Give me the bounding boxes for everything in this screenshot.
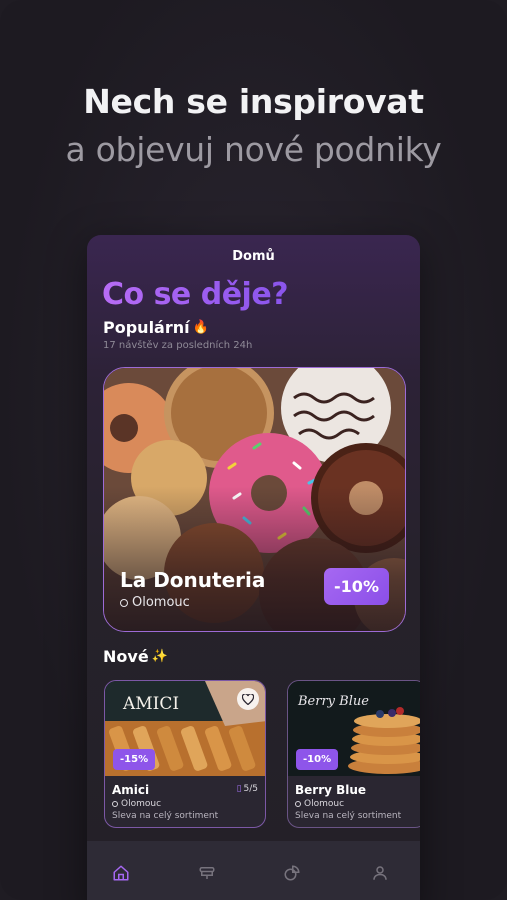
sparkles-icon: ✨ [151, 649, 168, 664]
amici-location-text: Olomouc [121, 799, 162, 809]
promo-subline: a objevuj nové podniky [65, 130, 442, 169]
tab-profile[interactable] [360, 853, 400, 893]
tab-stats[interactable] [272, 853, 312, 893]
berry-blue-location: Olomouc [295, 799, 344, 809]
bottom-tab-bar [87, 841, 420, 900]
new-section-title: Nové ✨ [103, 647, 168, 666]
stamp-icon: ▯ [236, 784, 242, 794]
amici-count-text: 5/5 [243, 784, 258, 794]
featured-venue-card[interactable]: La Donuteria Olomouc -10% [103, 367, 406, 632]
pie-chart-icon [284, 865, 300, 881]
amici-stamp-count: ▯ 5/5 [237, 784, 258, 794]
phone-screen: Domů Co se děje? Populární 🔥 17 návštěv z… [87, 235, 420, 900]
heart-icon [242, 693, 254, 705]
screen-title: Domů [232, 249, 275, 264]
popular-subtitle: 17 návštěv za posledních 24h [103, 340, 253, 351]
amici-logo-text: AMICI [122, 694, 179, 714]
amici-description: Sleva na celý sortiment [112, 811, 219, 821]
featured-venue-name: La Donuteria [120, 568, 266, 592]
tab-home[interactable] [101, 853, 141, 893]
popular-title-text: Populární [103, 318, 190, 337]
tab-venues[interactable] [187, 853, 227, 893]
location-pin-icon [112, 801, 118, 807]
amici-discount-badge: -15% [113, 749, 156, 770]
promo-headline: Nech se inspirovat [83, 82, 424, 121]
venue-card-berry-blue[interactable]: Berry Blue -10% Berry Blue Olomouc Sleva… [287, 680, 420, 828]
amici-name: Amici [112, 783, 150, 797]
location-pin-icon [295, 801, 301, 807]
new-title-text: Nové [103, 647, 149, 666]
venue-card-amici[interactable]: AMICI -15% Amici ▯ 5/5 Olomouc Sleva na … [104, 680, 266, 828]
berry-blue-description: Sleva na celý sortiment [295, 811, 402, 821]
berry-blue-discount-badge: -10% [296, 749, 339, 770]
dish-icon [199, 867, 215, 879]
featured-venue-location: Olomouc [120, 595, 190, 610]
berry-blue-name: Berry Blue [295, 783, 367, 797]
home-icon [113, 865, 129, 881]
popular-section-title: Populární 🔥 [103, 318, 209, 337]
featured-discount-badge: -10% [324, 568, 389, 605]
featured-location-text: Olomouc [132, 595, 190, 610]
fire-icon: 🔥 [192, 320, 209, 335]
location-pin-icon [120, 598, 128, 607]
amici-location: Olomouc [112, 799, 161, 809]
berry-blue-location-text: Olomouc [304, 799, 345, 809]
promo-stage: Nech se inspirovat a objevuj nové podnik… [0, 0, 507, 900]
hero-title: Co se děje? [102, 277, 289, 312]
favorite-heart-button[interactable] [237, 688, 259, 710]
berry-blue-logo-text: Berry Blue [297, 694, 369, 709]
user-icon [373, 866, 387, 880]
